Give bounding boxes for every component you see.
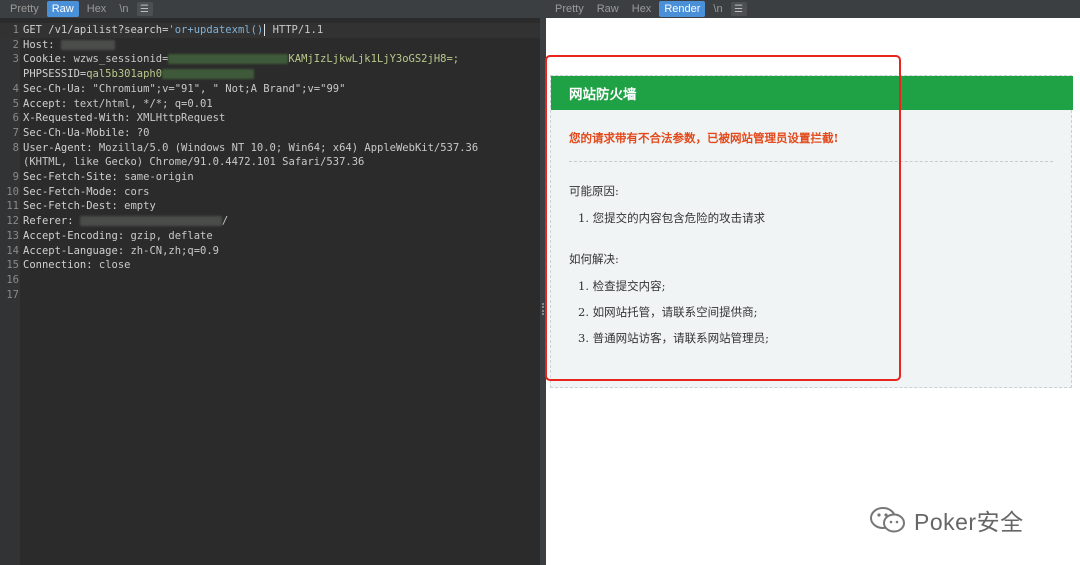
http-version: HTTP/1.1 xyxy=(272,24,324,36)
header-name: Sec-Fetch-Mode: xyxy=(23,185,118,198)
request-line: PHPSESSID=qal5b301aph0 xyxy=(0,67,540,82)
line-number: 3 xyxy=(12,53,19,66)
header-name: User-Agent: xyxy=(23,141,93,154)
header-name: X-Requested-With: xyxy=(23,112,131,125)
header-value: qal5b301aph0 xyxy=(86,68,163,81)
highlight-annotation xyxy=(545,55,901,381)
tab-raw[interactable]: Raw xyxy=(46,1,79,17)
request-line: 9 Sec-Fetch-Site: same-origin xyxy=(0,170,540,185)
line-number: 16 xyxy=(6,273,19,286)
header-name: Host: xyxy=(23,38,55,51)
header-value: cors xyxy=(124,185,150,198)
line-number: 8 xyxy=(12,141,19,154)
line-number: 5 xyxy=(12,97,19,110)
tab-hex[interactable]: Hex xyxy=(82,1,112,17)
request-line: 1 GET /v1/apilist?search='or+updatexml()… xyxy=(0,23,540,38)
request-line: 8 User-Agent: Mozilla/5.0 (Windows NT 10… xyxy=(0,141,540,156)
header-value: / xyxy=(221,215,229,228)
line-number: 17 xyxy=(6,288,19,301)
header-name: Sec-Fetch-Site: xyxy=(23,171,118,183)
watermark-text: Poker安全 xyxy=(914,509,1024,535)
header-name: Cookie: xyxy=(23,53,68,66)
request-line: 5 Accept: text/html, */*; q=0.01 xyxy=(0,97,540,112)
tab-newline[interactable]: \n xyxy=(114,1,133,17)
request-line: 6 X-Requested-With: XMLHttpRequest xyxy=(0,111,540,126)
header-value: wzws_sessionid= xyxy=(73,53,169,66)
injection-payload: 'or+updatexml() xyxy=(168,24,264,36)
menu-icon[interactable]: ☰ xyxy=(730,2,747,16)
request-line: 14 Accept-Language: zh-CN,zh;q=0.9 xyxy=(0,244,540,259)
redacted-block xyxy=(79,216,222,227)
line-number: 15 xyxy=(6,259,19,272)
header-value: Mozilla/5.0 (Windows NT 10.0; Win64; x64… xyxy=(98,141,479,154)
request-line: 12 Referer: / xyxy=(0,214,540,229)
header-value: KAMjIzLjkwLjk1LjY3oGS2jH8=; xyxy=(288,53,460,66)
line-number: 10 xyxy=(6,185,19,198)
header-value: zh-CN,zh;q=0.9 xyxy=(130,244,219,257)
header-name: Accept: xyxy=(23,97,68,110)
request-line: 13 Accept-Encoding: gzip, deflate xyxy=(0,229,540,244)
line-number: 13 xyxy=(6,229,19,242)
header-name: Accept-Encoding: xyxy=(23,229,125,242)
tab-hex[interactable]: Hex xyxy=(627,1,657,17)
redacted-block xyxy=(162,69,255,80)
tab-newline[interactable]: \n xyxy=(708,1,727,17)
menu-icon[interactable]: ☰ xyxy=(136,2,153,16)
header-value: empty xyxy=(124,200,156,213)
header-value: text/html, */*; q=0.01 xyxy=(73,97,213,110)
request-line: 16 xyxy=(0,273,540,288)
request-line: 4 Sec-Ch-Ua: "Chromium";v="91", " Not;A … xyxy=(0,82,540,97)
request-target: GET /v1/apilist?search= xyxy=(23,24,169,36)
request-line: 10 Sec-Fetch-Mode: cors xyxy=(0,185,540,200)
line-number: 11 xyxy=(6,200,19,213)
line-number: 4 xyxy=(12,82,19,95)
tab-raw[interactable]: Raw xyxy=(592,1,624,17)
header-name: Sec-Fetch-Dest: xyxy=(23,200,118,213)
tab-pretty[interactable]: Pretty xyxy=(550,1,589,17)
header-name: Referer: xyxy=(23,215,74,228)
request-line: 3 Cookie: wzws_sessionid= KAMjIzLjkwLjk1L… xyxy=(0,52,540,67)
header-value: gzip, deflate xyxy=(130,229,213,242)
header-value: XMLHttpRequest xyxy=(136,112,226,125)
header-name: Accept-Language: xyxy=(23,244,125,257)
redacted-block xyxy=(168,54,289,65)
splitter-grip-icon[interactable] xyxy=(542,303,544,315)
request-tabbar: Pretty Raw Hex \n ☰ xyxy=(0,0,540,18)
tab-pretty[interactable]: Pretty xyxy=(5,1,44,17)
request-line: 17 xyxy=(0,288,540,303)
header-name: Connection: xyxy=(23,259,93,272)
request-line: 7 Sec-Ch-Ua-Mobile: ?0 xyxy=(0,126,540,141)
header-name: Sec-Ch-Ua: xyxy=(23,82,87,95)
header-value: close xyxy=(98,259,131,272)
line-number: 12 xyxy=(6,215,19,228)
text-cursor xyxy=(264,24,266,36)
watermark: Poker安全 xyxy=(868,503,1024,537)
wechat-icon xyxy=(868,506,908,534)
line-number: 7 xyxy=(12,126,19,139)
header-value: ?0 xyxy=(136,126,150,139)
request-line: 2 Host: xyxy=(0,38,540,53)
request-editor[interactable]: 1 GET /v1/apilist?search='or+updatexml()… xyxy=(0,23,540,565)
line-number: 1 xyxy=(12,24,19,36)
request-line: 15 Connection: close xyxy=(0,258,540,273)
line-number: 9 xyxy=(12,171,19,183)
line-number: 2 xyxy=(12,38,19,51)
header-name: Sec-Ch-Ua-Mobile: xyxy=(23,126,131,139)
request-pane: Pretty Raw Hex \n ☰ 1 GET /v1/apilist?se… xyxy=(0,0,540,565)
line-number: 14 xyxy=(6,244,19,257)
request-line: (KHTML, like Gecko) Chrome/91.0.4472.101… xyxy=(0,155,540,170)
header-value: same-origin xyxy=(124,171,194,183)
header-value: (KHTML, like Gecko) Chrome/91.0.4472.101… xyxy=(23,156,365,169)
header-value: "Chromium";v="91", " Not;A Brand";v="99" xyxy=(92,82,346,95)
request-line: 11 Sec-Fetch-Dest: empty xyxy=(0,199,540,214)
tab-render[interactable]: Render xyxy=(659,1,706,17)
response-tabbar: Pretty Raw Hex Render \n ☰ xyxy=(546,0,1080,18)
redacted-block xyxy=(60,39,115,50)
line-number: 6 xyxy=(12,112,19,125)
header-name: PHPSESSID= xyxy=(23,68,87,81)
